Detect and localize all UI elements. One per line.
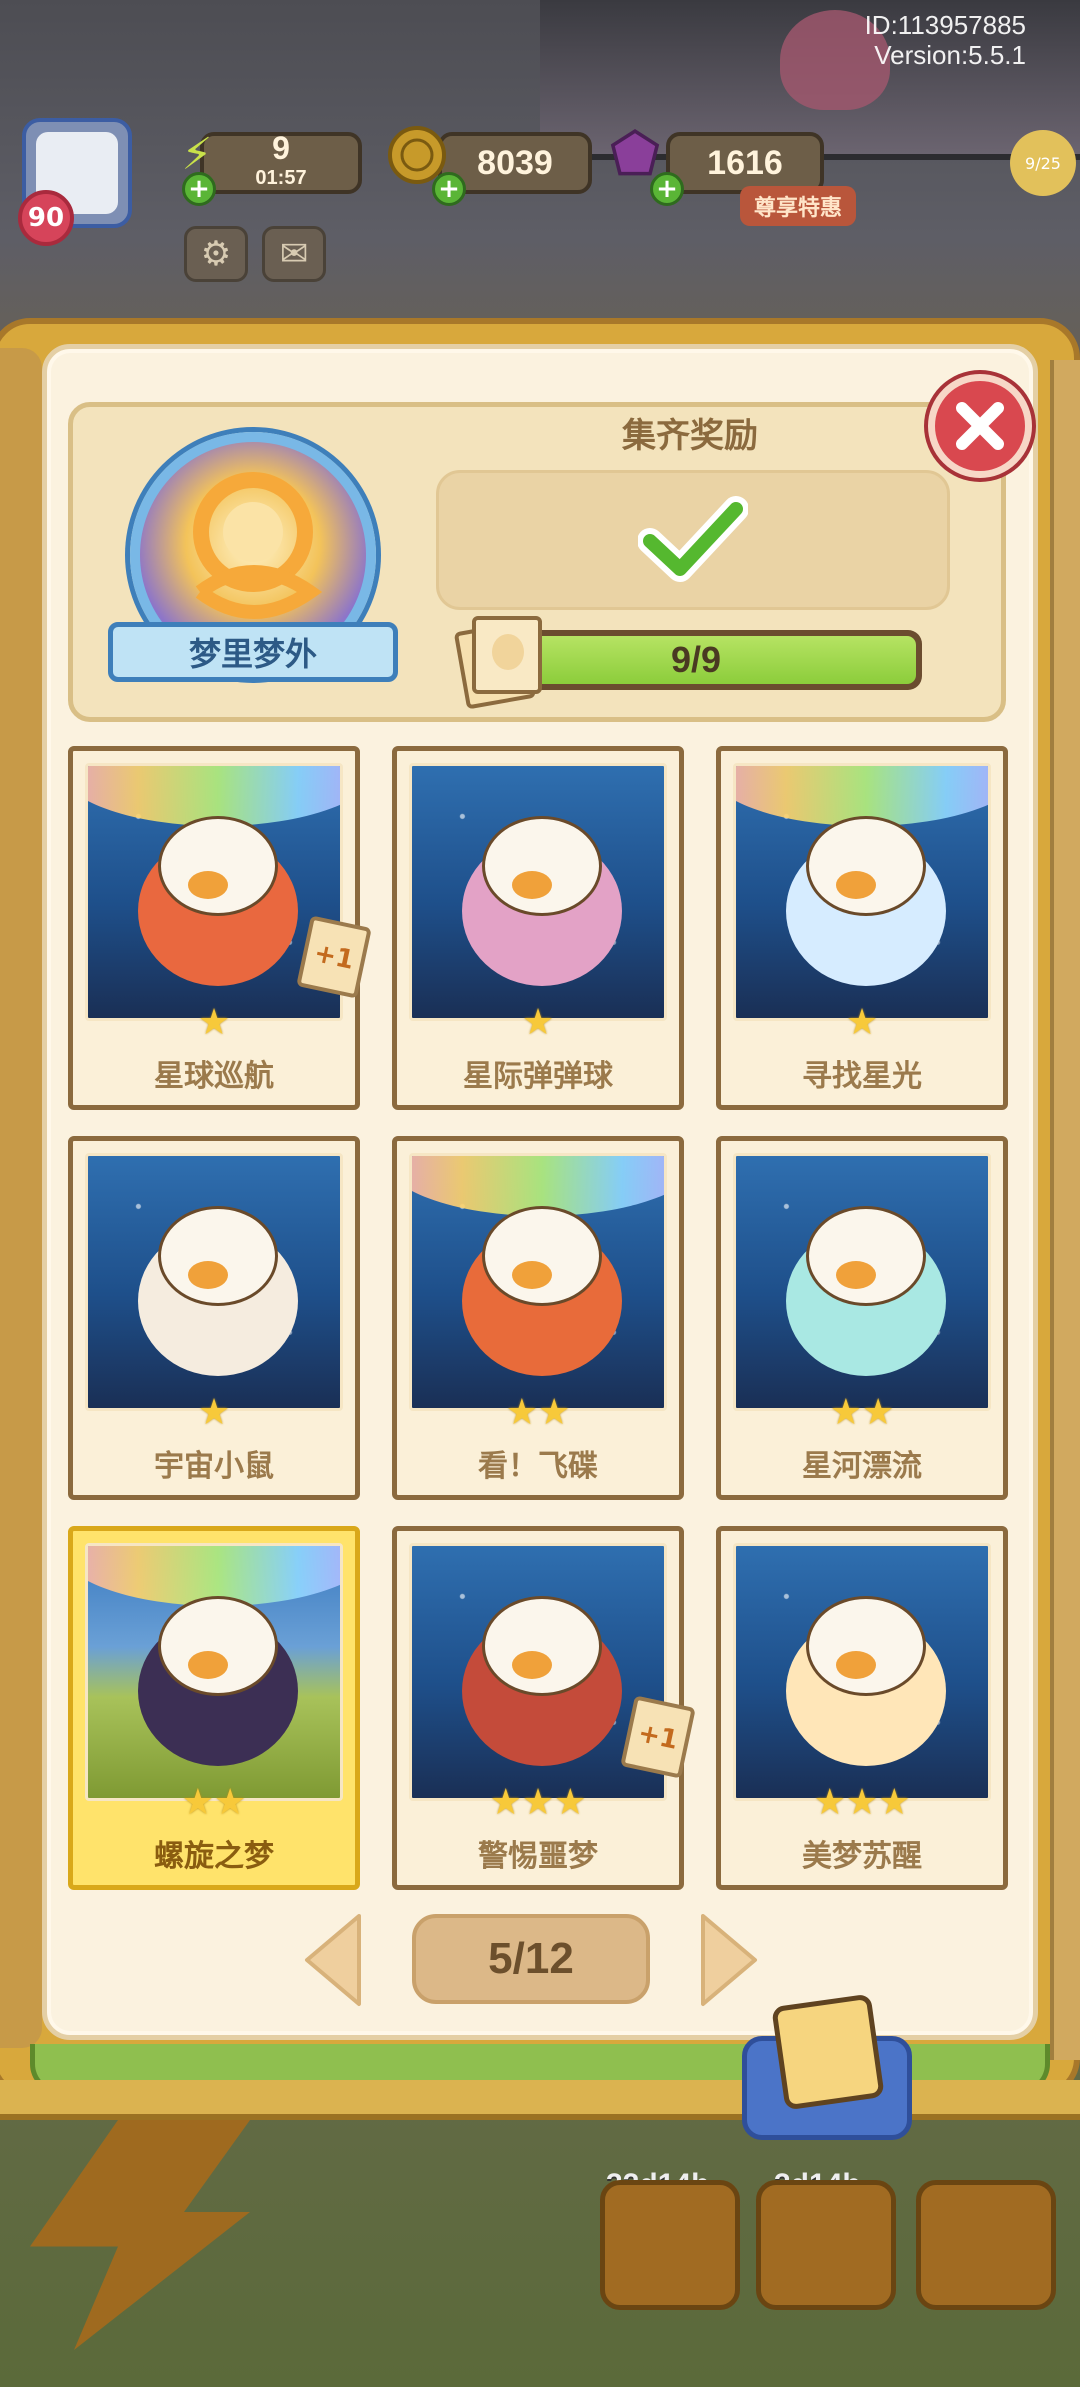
card-star-rating: ★★ <box>829 1392 895 1433</box>
album-card[interactable]: ★ 宇宙小鼠 <box>68 1136 360 1500</box>
card-name: 星河漂流 <box>802 1449 922 1484</box>
gear-icon: ⚙ <box>200 234 232 274</box>
album-card[interactable]: ★ 寻找星光 <box>716 746 1008 1110</box>
card-star-rating: ★★★ <box>813 1782 911 1823</box>
card-name: 警惕噩梦 <box>478 1839 598 1874</box>
page-indicator: 5/12 <box>412 1914 650 2004</box>
energy-value: 9 <box>272 130 290 166</box>
set-name-ribbon: 梦里梦外 <box>108 622 398 682</box>
card-name: 星球巡航 <box>154 1059 274 1094</box>
card-name: 看！飞碟 <box>478 1449 598 1484</box>
card-artwork <box>85 1153 343 1411</box>
coin-value: 8039 <box>477 143 553 182</box>
card-name: 螺旋之梦 <box>154 1839 274 1874</box>
event-button-3[interactable] <box>916 2180 1056 2310</box>
card-artwork <box>733 1543 991 1801</box>
album-card[interactable]: ★ 星球巡航 +1 <box>68 746 372 1110</box>
card-artwork <box>409 763 667 1021</box>
close-icon <box>956 402 1004 450</box>
album-card[interactable]: ★★★ 警惕噩梦 +1 <box>392 1526 696 1890</box>
card-pack-button[interactable] <box>742 1993 912 2140</box>
card-name: 宇宙小鼠 <box>154 1449 274 1484</box>
card-star-rating: ★ <box>197 1002 231 1043</box>
check-icon <box>638 496 748 582</box>
special-offer-badge[interactable]: 尊享特惠 <box>740 186 857 226</box>
gem-plus-button[interactable]: + <box>650 172 684 206</box>
settings-button[interactable]: ⚙ <box>184 226 248 282</box>
album-card[interactable]: ★ 星际弹弹球 <box>392 746 684 1110</box>
right-progress-badge[interactable]: 9/25 <box>1010 130 1076 196</box>
gem-counter[interactable]: 1616 <box>666 132 824 194</box>
energy-plus-button[interactable]: + <box>182 172 216 206</box>
card-name: 星际弹弹球 <box>463 1059 613 1094</box>
event-button-1[interactable] <box>600 2180 740 2310</box>
arrow-left-icon <box>305 1914 361 2006</box>
card-artwork <box>733 1153 991 1411</box>
album-card[interactable]: ★★★ 美梦苏醒 <box>716 1526 1008 1890</box>
mail-button[interactable]: ✉ <box>262 226 326 282</box>
album-card[interactable]: ★★ 看！飞碟 <box>392 1136 684 1500</box>
card-name: 寻找星光 <box>802 1059 922 1094</box>
player-level-badge: 90 <box>18 190 74 246</box>
reward-box[interactable] <box>436 470 950 610</box>
build-info: ID:113957885 Version:5.5.1 <box>865 10 1026 70</box>
card-artwork <box>733 763 991 1021</box>
prev-page-button[interactable] <box>298 1912 368 2008</box>
card-artwork <box>85 1543 343 1801</box>
album-spine-left <box>0 348 42 2048</box>
card-star-rating: ★★ <box>181 1782 247 1823</box>
card-star-rating: ★ <box>845 1002 879 1043</box>
card-name: 美梦苏醒 <box>802 1839 922 1874</box>
set-badge: 梦里梦外 <box>108 432 398 702</box>
event-button-2[interactable] <box>756 2180 896 2310</box>
mail-icon: ✉ <box>279 234 309 274</box>
card-star-rating: ★★★ <box>489 1782 587 1823</box>
version-text: Version:5.5.1 <box>874 40 1026 70</box>
arrow-right-icon <box>701 1914 757 2006</box>
coin-plus-button[interactable]: + <box>432 172 466 206</box>
reward-title: 集齐奖励 <box>622 416 758 456</box>
close-button[interactable] <box>928 374 1032 478</box>
next-page-button[interactable] <box>694 1912 764 2008</box>
player-id-text: ID:113957885 <box>864 10 1026 40</box>
card-stack-icon <box>453 616 544 710</box>
album-card[interactable]: ★★ 螺旋之梦 <box>68 1526 360 1890</box>
envelope-icon <box>771 1993 885 2111</box>
card-star-rating: ★★ <box>505 1392 571 1433</box>
card-star-rating: ★ <box>197 1392 231 1433</box>
album-card[interactable]: ★★ 星河漂流 <box>716 1136 1008 1500</box>
gem-value: 1616 <box>707 143 783 182</box>
card-star-rating: ★ <box>521 1002 555 1043</box>
album-spine-right <box>1050 360 1080 2060</box>
card-artwork <box>409 1153 667 1411</box>
energy-timer: 01:57 <box>255 167 307 189</box>
album-cover-edge <box>0 2080 1080 2120</box>
